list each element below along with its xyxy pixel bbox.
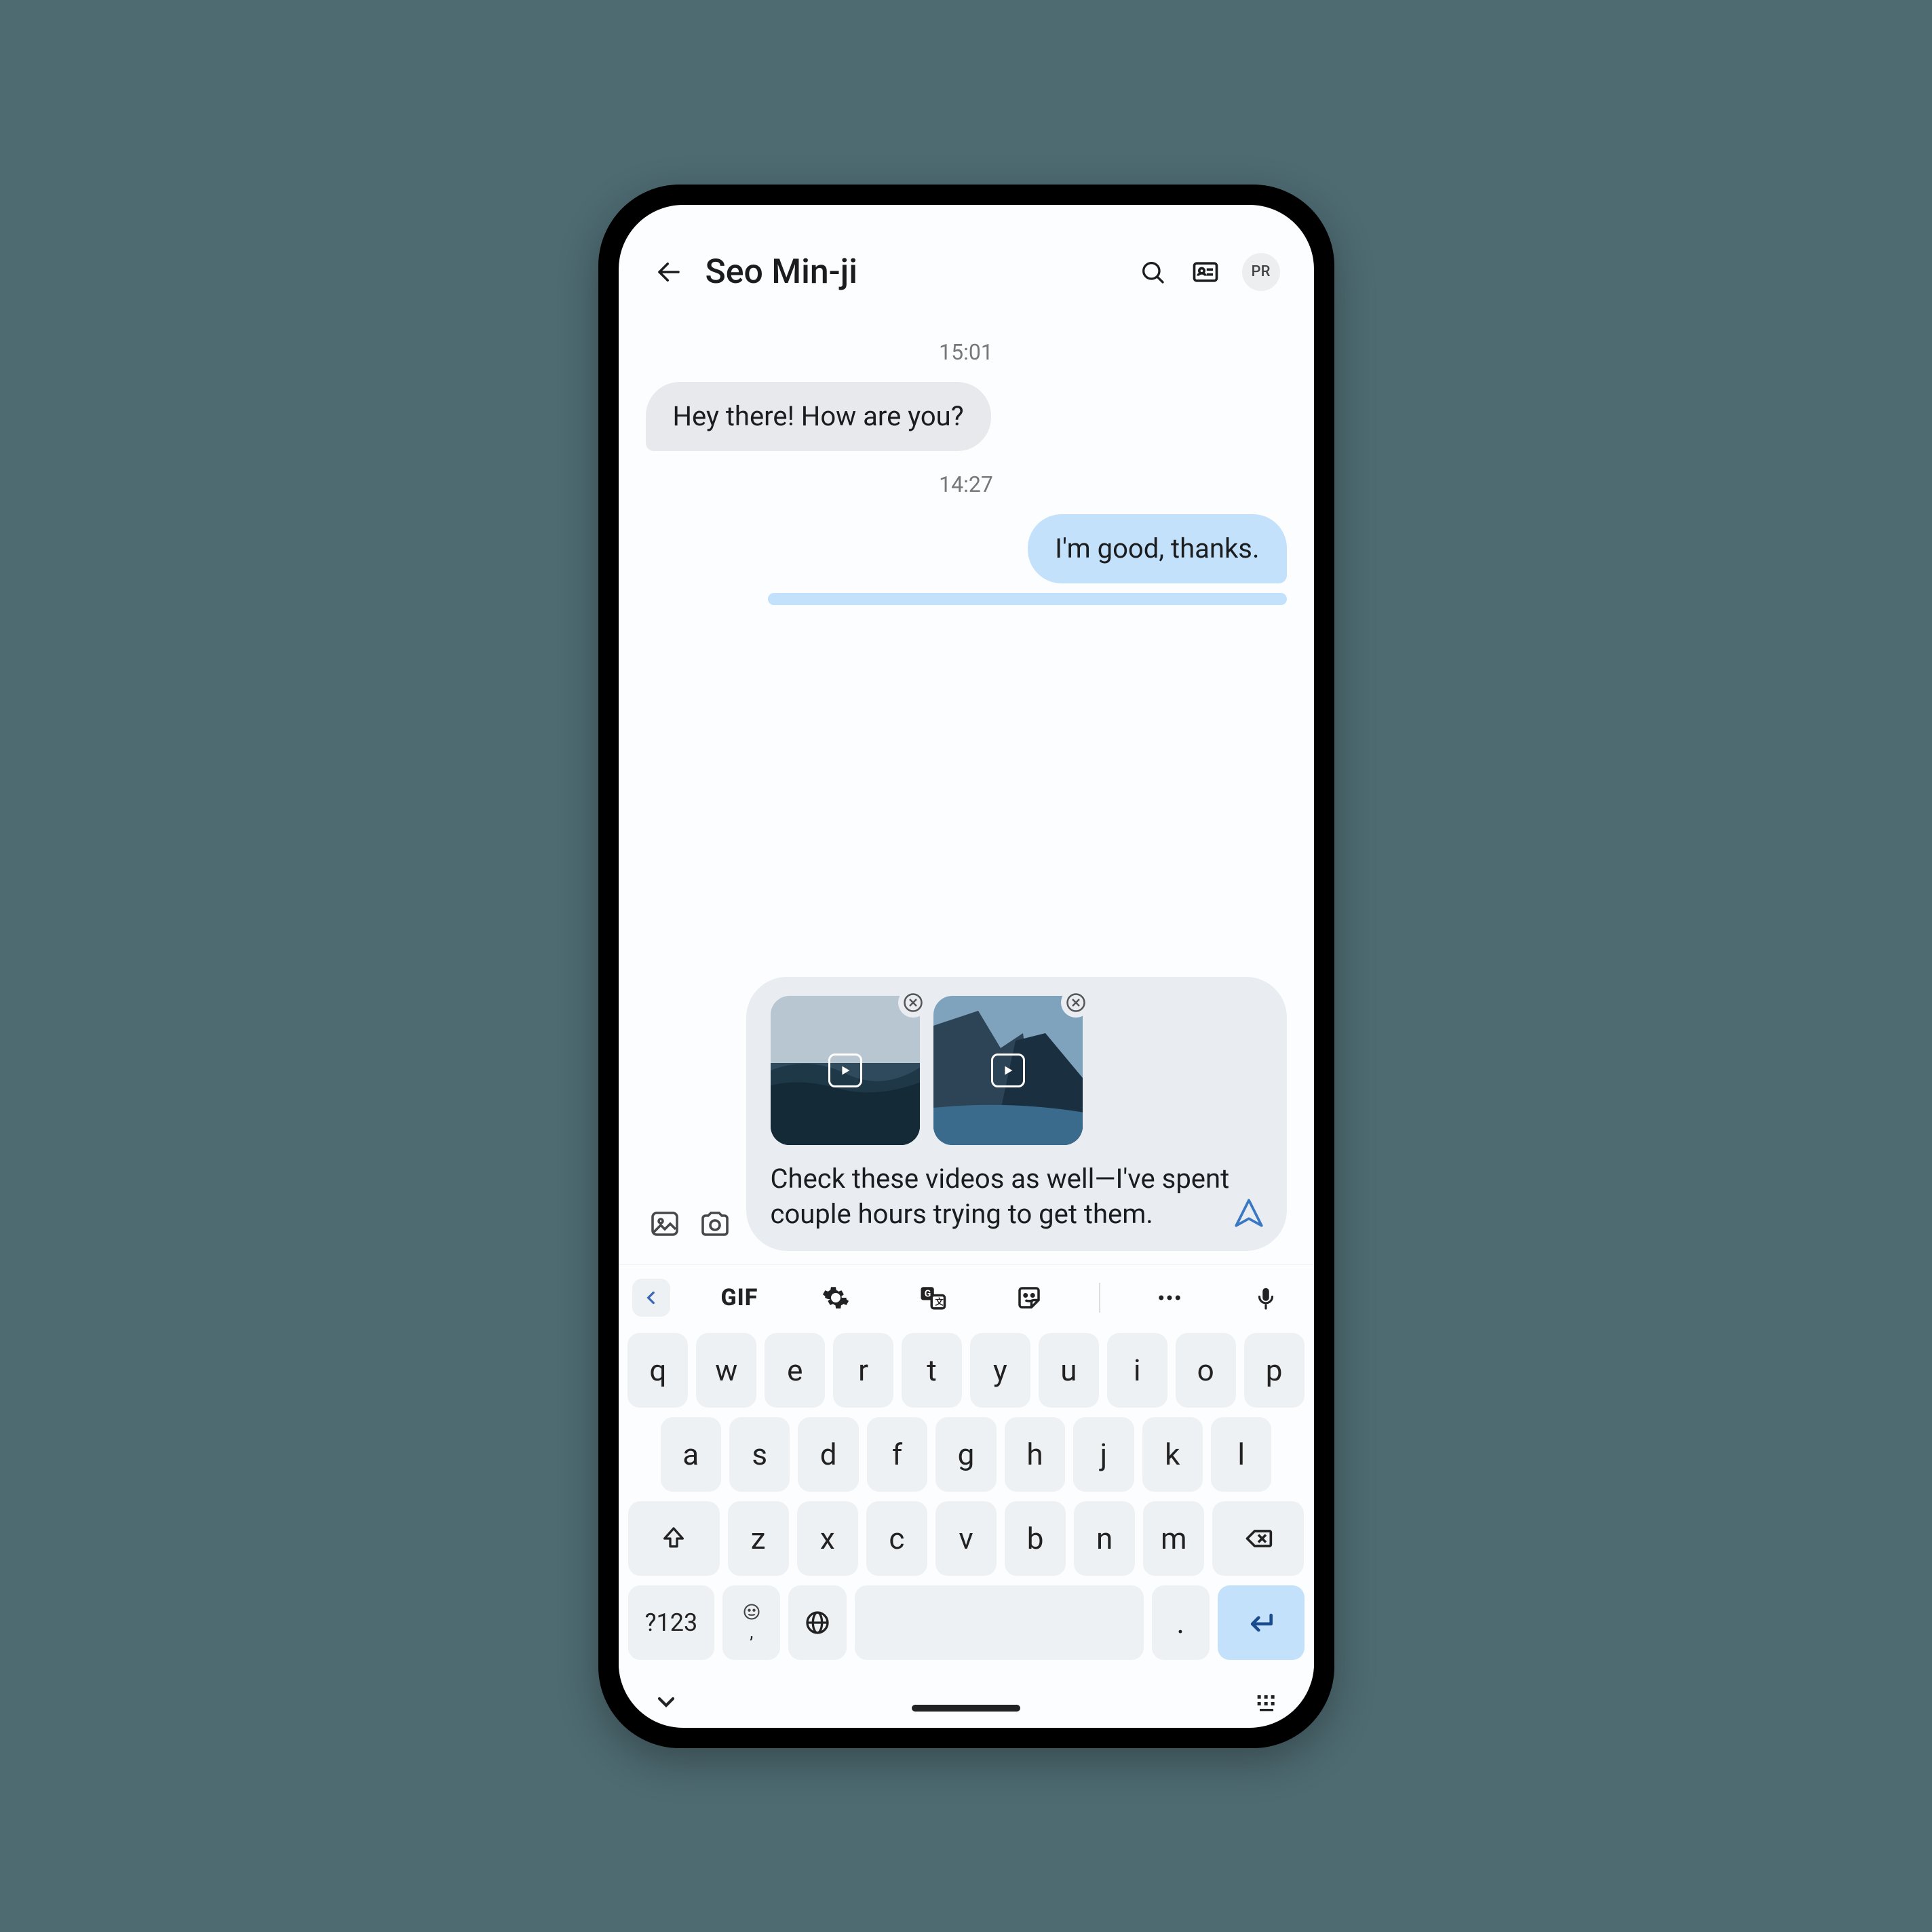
translate-icon[interactable]: G文	[906, 1277, 960, 1318]
key-w[interactable]: w	[696, 1333, 756, 1408]
settings-icon[interactable]	[809, 1277, 863, 1318]
toolbar-collapse-button[interactable]	[632, 1279, 670, 1317]
more-icon[interactable]	[1142, 1277, 1197, 1318]
play-icon	[828, 1054, 862, 1087]
keyboard-mode-icon[interactable]	[1253, 1688, 1280, 1716]
key-v[interactable]: v	[935, 1501, 997, 1576]
shift-key[interactable]	[628, 1501, 720, 1576]
remove-attachment-button[interactable]	[1061, 988, 1091, 1018]
contact-card-icon[interactable]	[1189, 256, 1222, 288]
home-indicator[interactable]	[912, 1705, 1020, 1712]
key-r[interactable]: r	[833, 1333, 893, 1408]
outgoing-message[interactable]: I'm good, thanks.	[1028, 514, 1286, 583]
sticker-icon[interactable]	[1002, 1277, 1056, 1318]
camera-icon[interactable]	[696, 1205, 734, 1243]
key-g[interactable]: g	[935, 1417, 996, 1492]
period-key[interactable]: .	[1152, 1585, 1210, 1660]
key-d[interactable]: d	[798, 1417, 858, 1492]
collapse-keyboard-icon[interactable]	[653, 1688, 680, 1716]
conversation-header: Seo Min-ji PR	[619, 205, 1314, 305]
compose-text[interactable]: Check these videos as well—I've spent co…	[771, 1161, 1233, 1232]
attachment-thumbnail[interactable]	[933, 996, 1083, 1145]
key-t[interactable]: t	[902, 1333, 962, 1408]
keyboard-row: z x c v b n m	[628, 1501, 1305, 1576]
attachment-strip	[771, 996, 1233, 1145]
key-u[interactable]: u	[1039, 1333, 1099, 1408]
gif-button[interactable]: GIF	[712, 1277, 767, 1318]
key-x[interactable]: x	[797, 1501, 858, 1576]
send-button[interactable]	[1230, 1194, 1268, 1232]
key-j[interactable]: j	[1073, 1417, 1134, 1492]
keyboard-row: q w e r t y u i o p	[628, 1333, 1305, 1408]
key-k[interactable]: k	[1142, 1417, 1203, 1492]
compose-box[interactable]: Check these videos as well—I've spent co…	[746, 977, 1287, 1251]
svg-text:G: G	[925, 1288, 931, 1299]
sending-indicator	[768, 593, 1287, 605]
key-m[interactable]: m	[1143, 1501, 1204, 1576]
attachment-thumbnail[interactable]	[771, 996, 920, 1145]
play-icon	[991, 1054, 1025, 1087]
keyboard-toolbar: GIF G文	[619, 1264, 1314, 1325]
timestamp: 14:27	[646, 471, 1287, 497]
key-a[interactable]: a	[661, 1417, 721, 1492]
key-s[interactable]: s	[729, 1417, 790, 1492]
svg-text:文: 文	[935, 1296, 944, 1307]
search-icon[interactable]	[1136, 256, 1169, 288]
key-b[interactable]: b	[1005, 1501, 1066, 1576]
phone-frame: Seo Min-ji PR 15:01 Hey there! How are y…	[598, 185, 1334, 1748]
key-z[interactable]: z	[728, 1501, 789, 1576]
key-o[interactable]: o	[1176, 1333, 1236, 1408]
backspace-key[interactable]	[1212, 1501, 1304, 1576]
message-list: 15:01 Hey there! How are you? 14:27 I'm …	[619, 305, 1314, 977]
key-f[interactable]: f	[867, 1417, 927, 1492]
remove-attachment-button[interactable]	[898, 988, 928, 1018]
key-h[interactable]: h	[1005, 1417, 1065, 1492]
message-row: Hey there! How are you?	[646, 382, 1287, 451]
spacebar-key[interactable]	[855, 1585, 1144, 1660]
emoji-key[interactable]: ,	[722, 1585, 780, 1660]
screen: Seo Min-ji PR 15:01 Hey there! How are y…	[619, 205, 1314, 1728]
compose-area: Check these videos as well—I've spent co…	[619, 977, 1314, 1264]
enter-key[interactable]	[1218, 1585, 1305, 1660]
key-n[interactable]: n	[1074, 1501, 1135, 1576]
key-c[interactable]: c	[866, 1501, 927, 1576]
key-l[interactable]: l	[1211, 1417, 1271, 1492]
key-e[interactable]: e	[765, 1333, 825, 1408]
timestamp: 15:01	[646, 339, 1287, 365]
keyboard-row: a s d f g h j k l	[628, 1417, 1305, 1492]
mic-icon[interactable]	[1239, 1277, 1293, 1318]
keyboard: q w e r t y u i o p a s d f g h j k l	[619, 1325, 1314, 1683]
numbers-key[interactable]: ?123	[628, 1585, 715, 1660]
contact-name: Seo Min-ji	[706, 252, 1116, 292]
incoming-message[interactable]: Hey there! How are you?	[646, 382, 991, 451]
avatar[interactable]: PR	[1242, 253, 1280, 291]
key-p[interactable]: p	[1244, 1333, 1305, 1408]
back-button[interactable]	[653, 256, 685, 288]
divider	[1099, 1283, 1100, 1313]
gallery-icon[interactable]	[646, 1205, 684, 1243]
language-key[interactable]	[788, 1585, 846, 1660]
key-q[interactable]: q	[627, 1333, 688, 1408]
message-row: I'm good, thanks.	[646, 514, 1287, 583]
key-y[interactable]: y	[970, 1333, 1030, 1408]
key-i[interactable]: i	[1107, 1333, 1167, 1408]
keyboard-row: ?123 , .	[628, 1585, 1305, 1660]
